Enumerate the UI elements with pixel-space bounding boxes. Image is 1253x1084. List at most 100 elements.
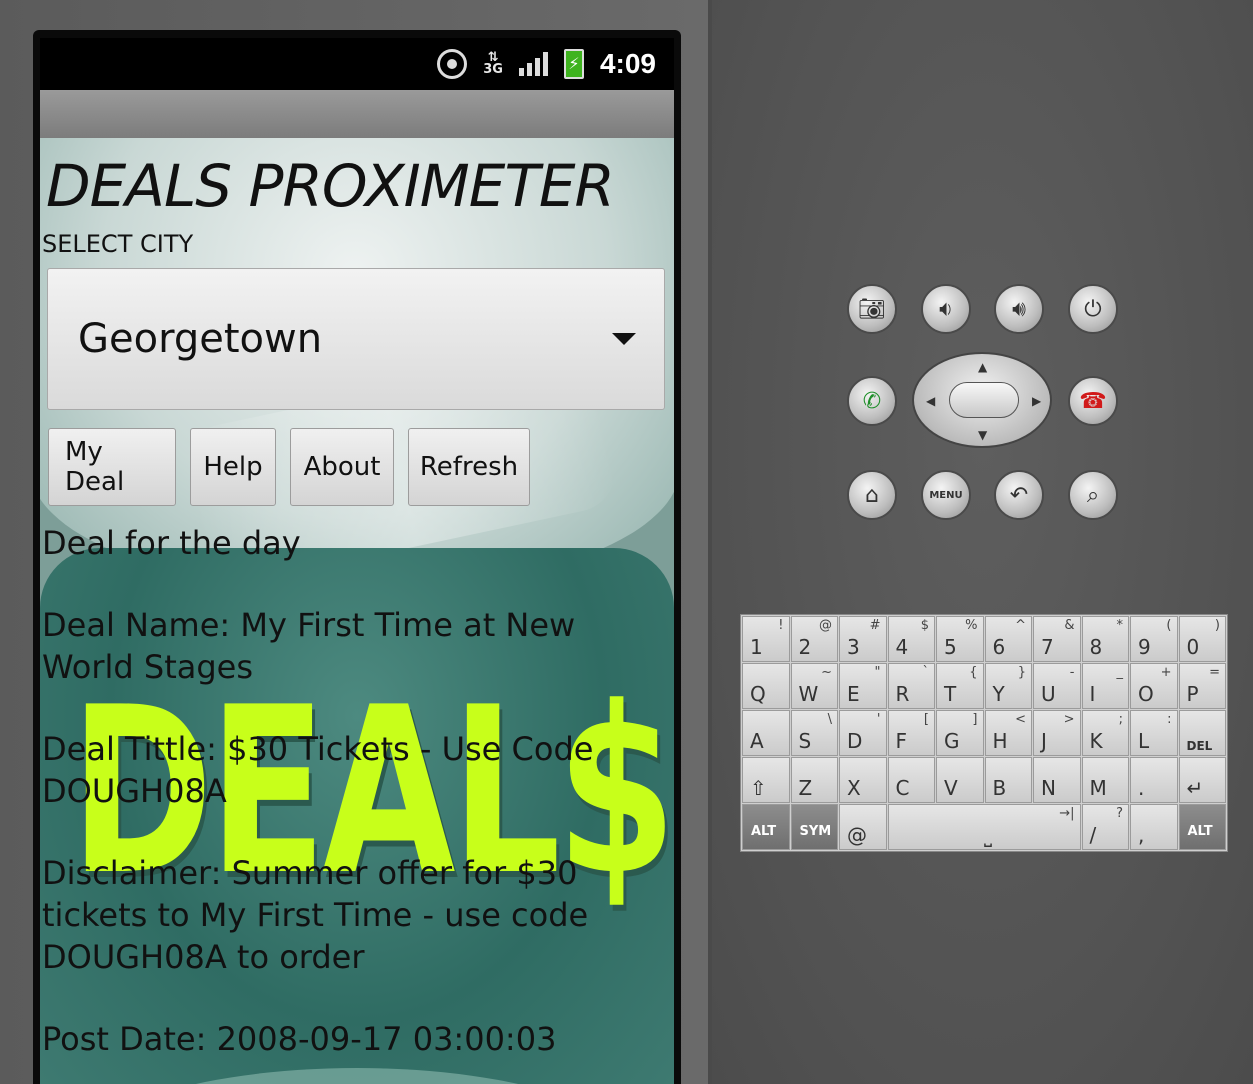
network-type: 3G xyxy=(483,62,503,77)
home-button[interactable]: ⌂ xyxy=(847,470,897,520)
key-g[interactable]: G] xyxy=(936,710,984,756)
key-w[interactable]: W ~ xyxy=(790,663,838,709)
key-label: V xyxy=(944,776,958,800)
key-7[interactable]: 7 & xyxy=(1033,616,1081,662)
key-1[interactable]: 1! xyxy=(742,616,790,662)
key-label: DEL xyxy=(1186,739,1213,753)
call-button[interactable]: ✆ xyxy=(847,376,897,426)
key-b[interactable]: B xyxy=(984,757,1032,803)
key-o[interactable]: O + xyxy=(1130,663,1178,709)
key-5[interactable]: 5% xyxy=(936,616,984,662)
key-[interactable]: . xyxy=(1130,757,1178,803)
refresh-button[interactable]: Refresh xyxy=(408,428,530,506)
key-e[interactable]: E " xyxy=(839,663,887,709)
key-t[interactable]: T{ xyxy=(936,663,984,709)
key-q[interactable]: Q xyxy=(742,663,790,709)
key-label: ALT xyxy=(1187,824,1213,839)
key-label: ⎵ xyxy=(984,823,992,847)
key-u[interactable]: U- xyxy=(1033,663,1081,709)
key-4[interactable]: 4 $ xyxy=(887,616,935,662)
key-label: , xyxy=(1138,823,1145,847)
menu-button[interactable]: MENU xyxy=(921,470,971,520)
key-[interactable]: /? xyxy=(1081,804,1129,850)
key-[interactable]: @ xyxy=(839,804,887,850)
key-s[interactable]: S \ xyxy=(790,710,838,756)
dpad-up-icon[interactable]: ▲ xyxy=(978,360,987,374)
volume-up-button[interactable]: 🔊︎ xyxy=(994,284,1044,334)
key-z[interactable]: Z xyxy=(790,757,838,803)
key-alt-label: [ xyxy=(923,712,929,727)
key-3[interactable]: 3 # xyxy=(839,616,887,662)
key-label: S xyxy=(798,729,812,753)
key-label: G xyxy=(944,729,960,753)
key-i[interactable]: I _ xyxy=(1081,663,1129,709)
camera-button[interactable]: 📷︎ xyxy=(847,284,897,334)
help-button[interactable]: Help xyxy=(190,428,276,506)
key-6[interactable]: 6 ^ xyxy=(984,616,1032,662)
key-label: P xyxy=(1186,682,1199,706)
power-button[interactable]: ⏻ xyxy=(1068,284,1118,334)
key-h[interactable]: H < xyxy=(984,710,1032,756)
key-[interactable]: ⇧ xyxy=(742,757,790,803)
key-[interactable]: , xyxy=(1130,804,1178,850)
end-call-button[interactable]: ☎ xyxy=(1068,376,1118,426)
key-d[interactable]: D ' xyxy=(839,710,887,756)
key-alt-label: > xyxy=(1063,712,1075,727)
city-select[interactable]: Georgetown xyxy=(47,268,665,410)
about-button[interactable]: About xyxy=(290,428,394,506)
dpad-left-icon[interactable]: ◀ xyxy=(926,394,935,408)
search-button[interactable]: ⌕ xyxy=(1068,470,1118,520)
key-9[interactable]: 9( xyxy=(1130,616,1178,662)
key-label: K xyxy=(1089,729,1103,753)
key-alt-label: + xyxy=(1160,665,1172,680)
key-2[interactable]: 2 @ xyxy=(790,616,838,662)
key-y[interactable]: Y} xyxy=(984,663,1032,709)
key-label: D xyxy=(847,729,863,753)
dpad-down-icon[interactable]: ▼ xyxy=(978,428,987,442)
key-n[interactable]: N xyxy=(1033,757,1081,803)
key-sym[interactable]: SYM xyxy=(790,804,838,850)
key-alt-label: ; xyxy=(1118,712,1123,727)
key-alt-label: @ xyxy=(819,618,832,633)
key-del[interactable]: DEL xyxy=(1178,710,1226,756)
key-p[interactable]: P = xyxy=(1178,663,1226,709)
key-label: T xyxy=(944,682,957,706)
key-8[interactable]: 8 * xyxy=(1081,616,1129,662)
key-c[interactable]: C xyxy=(887,757,935,803)
camera-icon: 📷︎ xyxy=(858,296,886,322)
key-label: H xyxy=(992,729,1008,753)
key-v[interactable]: V xyxy=(936,757,984,803)
key-label: ⇧ xyxy=(750,776,767,800)
volume-down-button[interactable]: 🔉︎ xyxy=(921,284,971,334)
deal-name: Deal Name: My First Time at New World St… xyxy=(42,606,576,686)
deal-disclaimer: Disclaimer: Summer offer for $30 tickets… xyxy=(42,854,589,976)
key-0[interactable]: 0) xyxy=(1178,616,1226,662)
key-m[interactable]: M xyxy=(1081,757,1129,803)
key-alt[interactable]: ALT xyxy=(742,804,790,850)
key-[interactable]: ⎵ →| xyxy=(887,804,1081,850)
dpad-center-button[interactable] xyxy=(949,382,1019,418)
key-label: . xyxy=(1138,776,1145,800)
key-l[interactable]: L: xyxy=(1130,710,1178,756)
key-alt[interactable]: ALT xyxy=(1178,804,1226,850)
key-alt-label: $ xyxy=(920,618,929,633)
my-deal-button[interactable]: My Deal xyxy=(48,428,176,506)
key-f[interactable]: F[ xyxy=(887,710,935,756)
app-title-bar xyxy=(40,90,674,138)
key-label: 6 xyxy=(992,635,1006,659)
key-r[interactable]: R ` xyxy=(887,663,935,709)
dpad-right-icon[interactable]: ▶ xyxy=(1032,394,1041,408)
signal-icon xyxy=(518,52,548,76)
key-label: Y xyxy=(992,682,1005,706)
key-label: A xyxy=(750,729,764,753)
key-x[interactable]: X xyxy=(839,757,887,803)
back-button[interactable]: ↶ xyxy=(994,470,1044,520)
key-j[interactable]: J > xyxy=(1033,710,1081,756)
key-k[interactable]: K; xyxy=(1081,710,1129,756)
key-[interactable]: ↵ xyxy=(1178,757,1226,803)
page-title: DEALS PROXIMETER xyxy=(46,152,615,220)
key-label: 5 xyxy=(944,635,957,659)
key-a[interactable]: A xyxy=(742,710,790,756)
key-label: J xyxy=(1041,729,1047,753)
key-label: W xyxy=(798,682,819,706)
